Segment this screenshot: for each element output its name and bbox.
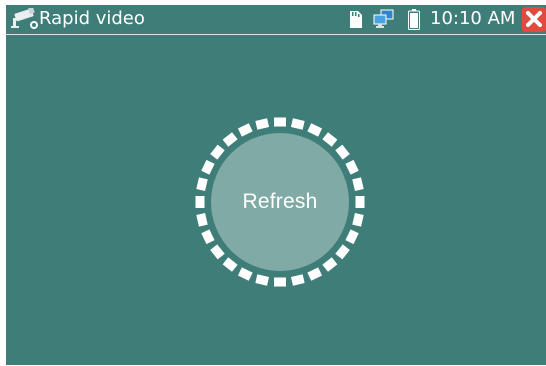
battery-icon: [408, 9, 420, 30]
sd-card-icon: [350, 11, 362, 28]
spinner-dash: [335, 244, 350, 260]
spinner-dash: [201, 159, 215, 175]
spinner-dash: [307, 267, 323, 281]
refresh-widget: Refresh: [193, 115, 367, 289]
title-bar: Rapid video 10:10 AM: [6, 5, 546, 35]
app-title: Rapid video: [39, 8, 145, 29]
spinner-dash: [352, 212, 364, 227]
spinner-dash: [222, 257, 238, 272]
spinner-dash: [210, 144, 225, 160]
spinner-dash: [290, 118, 305, 130]
spinner-dash: [255, 274, 270, 286]
close-icon: [526, 11, 542, 27]
spinner-dash: [274, 277, 286, 287]
spinner-dash: [274, 117, 286, 127]
spinner-dash: [255, 118, 270, 130]
spinner-dash: [237, 267, 253, 281]
spinner-dash: [196, 177, 208, 192]
spinner-dash: [201, 229, 215, 245]
spinner-dash: [210, 244, 225, 260]
spinner-dash: [322, 132, 338, 147]
spinner-dash: [237, 123, 253, 137]
refresh-button[interactable]: Refresh: [211, 133, 349, 271]
cctv-camera-icon: [11, 8, 38, 29]
close-button[interactable]: [522, 7, 546, 32]
spinner-dash: [307, 123, 323, 137]
spinner-dash: [345, 159, 359, 175]
spinner-dash: [195, 196, 205, 208]
spinner-dash: [290, 274, 305, 286]
spinner-dash: [335, 144, 350, 160]
rapid-video-screen: Rapid video 10:10 AM Refresh: [6, 5, 546, 365]
spinner-dash: [322, 257, 338, 272]
network-icon: [373, 9, 394, 28]
spinner-dash: [352, 177, 364, 192]
spinner-dash: [196, 212, 208, 227]
spinner-dash: [222, 132, 238, 147]
spinner-dash: [345, 229, 359, 245]
spinner-dash: [355, 196, 365, 208]
clock: 10:10 AM: [430, 8, 516, 29]
refresh-label: Refresh: [242, 190, 318, 213]
